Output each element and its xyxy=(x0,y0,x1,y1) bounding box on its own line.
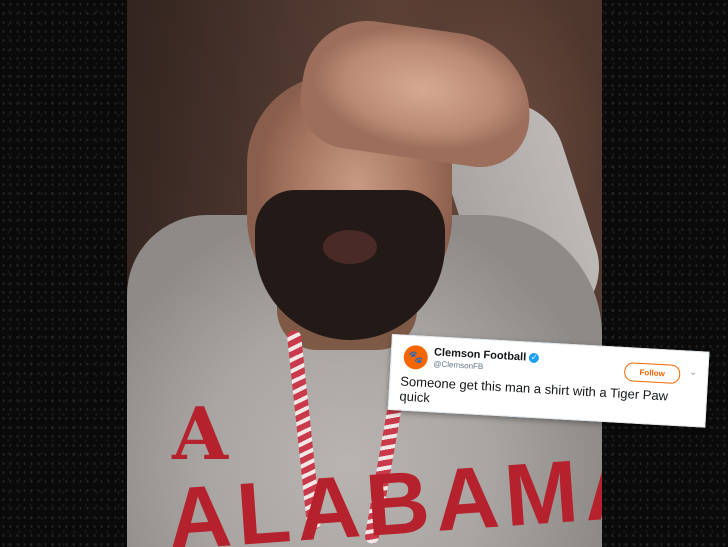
mouth xyxy=(323,230,377,264)
follow-button[interactable]: Follow xyxy=(623,362,681,385)
account-handle[interactable]: @ClemsonFB xyxy=(433,359,483,371)
alabama-logo-letter: A xyxy=(172,391,228,476)
tiger-paw-avatar-icon[interactable]: 🐾 xyxy=(403,344,429,371)
chevron-down-icon[interactable]: ⌄ xyxy=(689,367,697,378)
video-still-photo: A ALABAMA xyxy=(127,0,602,547)
verified-badge-icon: ✓ xyxy=(528,352,540,364)
